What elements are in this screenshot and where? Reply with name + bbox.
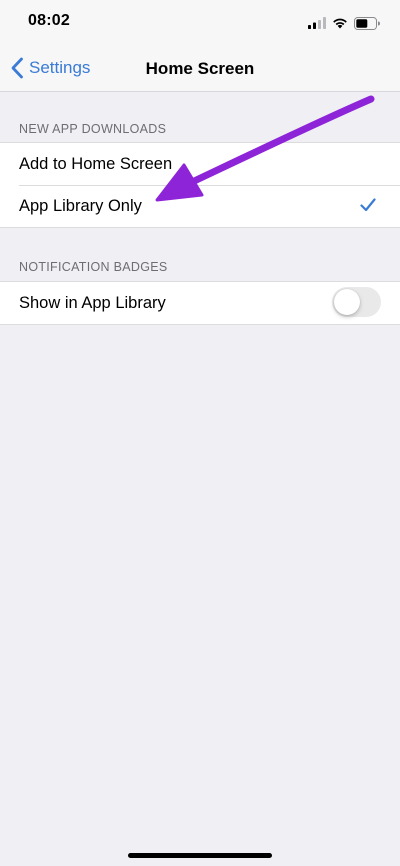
notification-badges-group: Show in App Library	[0, 281, 400, 325]
page-title: Home Screen	[145, 59, 255, 78]
toggle-knob	[334, 289, 360, 315]
screen: 08:02 Settings Home Screen NEW APP DOWNL…	[0, 0, 400, 866]
setting-label: Show in App Library	[19, 293, 166, 312]
section-header-notification-badges: NOTIFICATION BADGES	[19, 260, 168, 274]
section-header-new-app-downloads: NEW APP DOWNLOADS	[19, 122, 167, 136]
status-bar: 08:02	[0, 0, 400, 44]
status-icons	[308, 14, 380, 32]
home-indicator[interactable]	[128, 853, 272, 858]
setting-show-in-app-library: Show in App Library	[0, 282, 400, 324]
option-label: App Library Only	[19, 196, 142, 215]
show-in-app-library-toggle[interactable]	[332, 287, 381, 317]
signal-icon	[308, 17, 326, 29]
nav-bar: Settings Home Screen	[0, 44, 400, 92]
battery-icon	[354, 16, 380, 30]
status-time: 08:02	[28, 12, 70, 29]
annotation-arrow-icon	[155, 95, 375, 202]
wifi-icon	[333, 18, 347, 29]
